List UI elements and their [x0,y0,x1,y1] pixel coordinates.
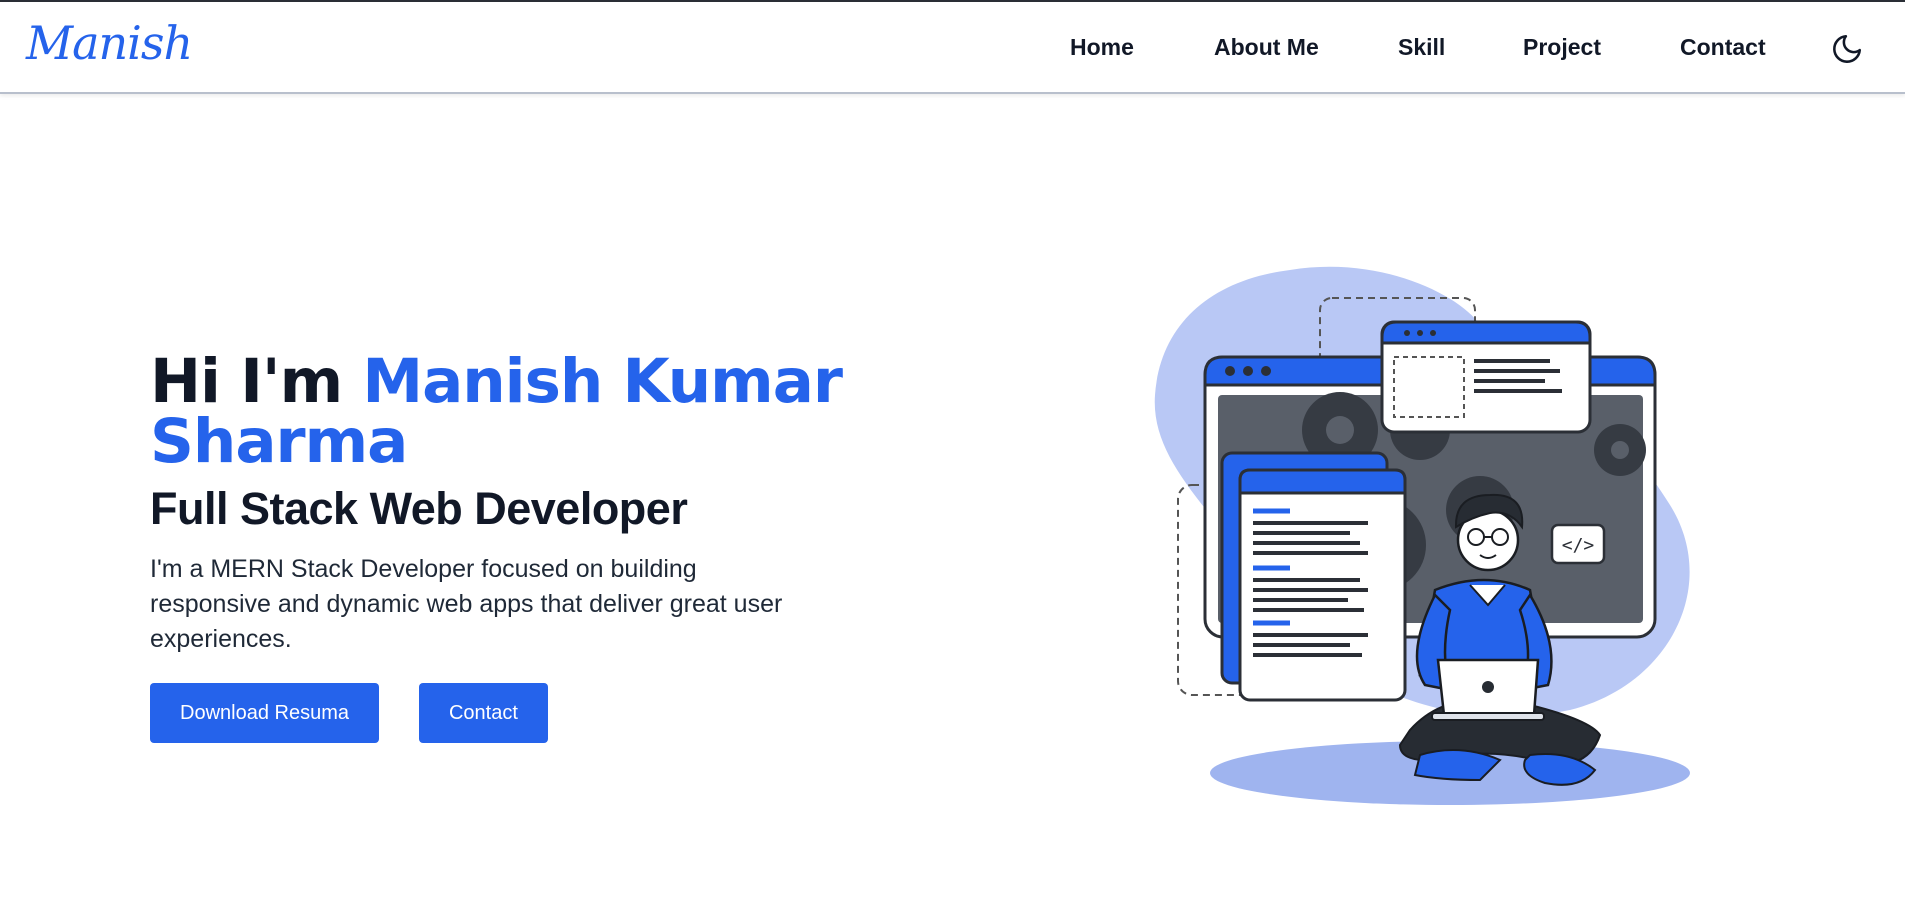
nav-contact[interactable]: Contact [1680,34,1766,61]
hero-heading: Hi I'm Manish Kumar Sharma [150,351,850,472]
nav-home[interactable]: Home [1070,34,1134,61]
nav-project[interactable]: Project [1523,34,1601,61]
contact-button[interactable]: Contact [418,683,548,743]
moon-icon[interactable] [1830,32,1864,66]
download-resume-button[interactable]: Download Resuma [150,683,379,743]
hero-description: I'm a MERN Stack Developer focused on bu… [150,555,783,653]
hero-role: Full Stack Web Developer [150,483,688,534]
hero-intro: Hi I'm Manish Kumar Sharma Full Stack We… [150,351,850,743]
hero-buttons: Download Resuma Contact [150,683,850,743]
nav-skill[interactable]: Skill [1398,34,1445,61]
site-logo[interactable]: Manish [26,16,193,70]
svg-text:</>: </> [1562,535,1595,556]
nav-about-me[interactable]: About Me [1214,34,1319,61]
developer-laptop-illustration: </> [1150,265,1710,815]
navbar: Manish Home About Me Skill Project Conta… [0,2,1905,94]
